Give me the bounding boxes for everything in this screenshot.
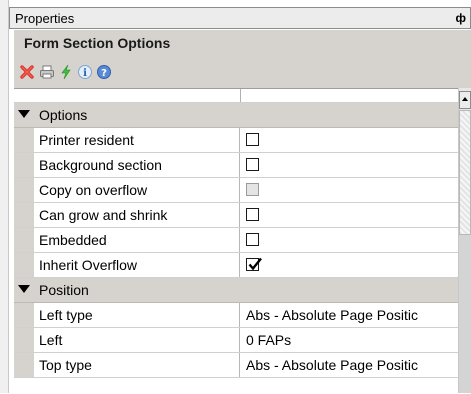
property-value	[241, 178, 458, 202]
property-value[interactable]: 0 FAPs	[241, 328, 458, 352]
properties-panel: Properties ф Form Section Options i ? Op…	[9, 0, 471, 393]
checkmark-icon	[248, 257, 262, 271]
delete-icon[interactable]	[18, 62, 36, 82]
property-value[interactable]: Abs - Absolute Page Positic	[241, 353, 458, 377]
collapse-caret-icon[interactable]	[18, 110, 30, 118]
grid-column-header	[14, 89, 458, 103]
panel-title: Properties	[15, 11, 75, 26]
property-value[interactable]	[241, 228, 458, 252]
property-row[interactable]: Inherit Overflow	[14, 253, 458, 278]
property-name: Can grow and shrink	[34, 203, 240, 227]
property-grid: Options Printer resident Background sect…	[14, 88, 458, 394]
property-value[interactable]: Abs - Absolute Page Positic	[241, 303, 458, 327]
property-row[interactable]: Embedded	[14, 228, 458, 253]
inherit-overflow-checkbox[interactable]	[246, 257, 262, 271]
property-row[interactable]: Top type Abs - Absolute Page Positic	[14, 353, 458, 378]
print-icon[interactable]	[38, 62, 56, 82]
property-row[interactable]: Left 0 FAPs	[14, 328, 458, 353]
info-icon[interactable]: i	[76, 62, 94, 82]
property-name: Left type	[34, 303, 240, 327]
printer-resident-checkbox[interactable]	[246, 133, 259, 146]
property-value[interactable]	[241, 203, 458, 227]
background-section-checkbox[interactable]	[246, 158, 259, 171]
collapse-caret-icon[interactable]	[18, 285, 30, 293]
vertical-scrollbar[interactable]	[458, 88, 471, 393]
group-label: Position	[39, 282, 89, 298]
group-row-options[interactable]: Options	[14, 103, 458, 128]
embedded-checkbox[interactable]	[246, 233, 259, 246]
property-value[interactable]	[241, 128, 458, 152]
copy-on-overflow-checkbox	[246, 183, 259, 196]
left-splitter[interactable]	[0, 0, 9, 393]
property-name: Printer resident	[34, 128, 240, 152]
arrow-up-icon	[462, 97, 468, 101]
group-row-position[interactable]: Position	[14, 278, 458, 303]
svg-text:?: ?	[101, 68, 107, 79]
can-grow-and-shrink-checkbox[interactable]	[246, 208, 259, 221]
pin-icon[interactable]: ф	[456, 11, 467, 25]
scroll-thumb[interactable]	[459, 110, 471, 235]
property-name: Top type	[34, 353, 240, 377]
property-value[interactable]	[241, 153, 458, 177]
section-header: Form Section Options	[14, 30, 471, 57]
property-row[interactable]: Left type Abs - Absolute Page Positic	[14, 303, 458, 328]
scroll-track[interactable]	[459, 235, 471, 393]
property-row[interactable]: Can grow and shrink	[14, 203, 458, 228]
property-name: Left	[34, 328, 240, 352]
property-row[interactable]: Printer resident	[14, 128, 458, 153]
toolbar: i ?	[14, 56, 471, 88]
help-icon[interactable]: ?	[95, 62, 113, 82]
property-name: Embedded	[34, 228, 240, 252]
section-title: Form Section Options	[24, 35, 171, 51]
column-separator[interactable]	[240, 89, 241, 102]
property-name: Background section	[34, 153, 240, 177]
panel-titlebar: Properties ф	[9, 7, 471, 29]
scroll-up-button[interactable]	[459, 91, 471, 109]
property-name: Copy on overflow	[34, 178, 240, 202]
property-name: Inherit Overflow	[34, 253, 240, 277]
property-row[interactable]: Background section	[14, 153, 458, 178]
property-row[interactable]: Copy on overflow	[14, 178, 458, 203]
svg-text:i: i	[83, 68, 87, 79]
group-label: Options	[39, 107, 88, 123]
property-value[interactable]	[241, 253, 458, 277]
lightning-icon[interactable]	[57, 62, 75, 82]
